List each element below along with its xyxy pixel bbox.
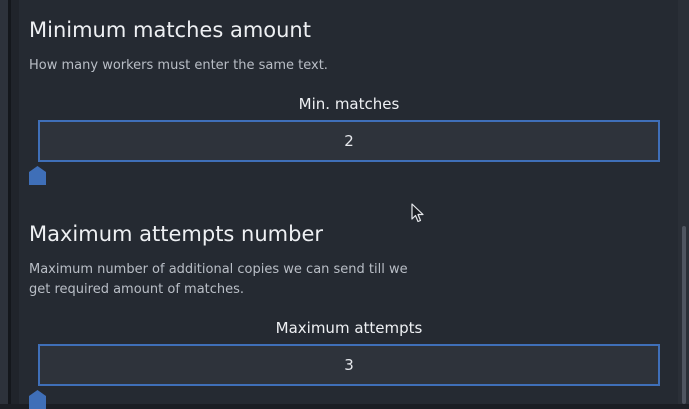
section-description: How many workers must enter the same tex… — [29, 58, 328, 73]
min-matches-input[interactable]: 2 — [38, 120, 660, 162]
max-attempts-label: Maximum attempts — [275, 319, 423, 337]
min-matches-section: Minimum matches amount How many workers … — [29, 16, 669, 185]
section-description: Maximum number of additional copies we c… — [29, 262, 408, 297]
section-title: Minimum matches amount — [29, 18, 311, 42]
mouse-pointer-icon — [411, 203, 424, 223]
section-title: Maximum attempts number — [29, 222, 323, 246]
max-attempts-section: Maximum attempts number Maximum number o… — [29, 220, 669, 409]
min-matches-label: Min. matches — [298, 95, 400, 113]
max-attempts-value: 3 — [344, 356, 354, 374]
min-matches-slider-handle-icon[interactable] — [29, 166, 46, 185]
window-left-strip — [0, 0, 8, 404]
max-attempts-slider-handle-icon[interactable] — [29, 390, 46, 409]
min-matches-value: 2 — [344, 132, 354, 150]
max-attempts-input[interactable]: 3 — [38, 344, 660, 386]
scrollbar-thumb[interactable] — [682, 226, 686, 404]
